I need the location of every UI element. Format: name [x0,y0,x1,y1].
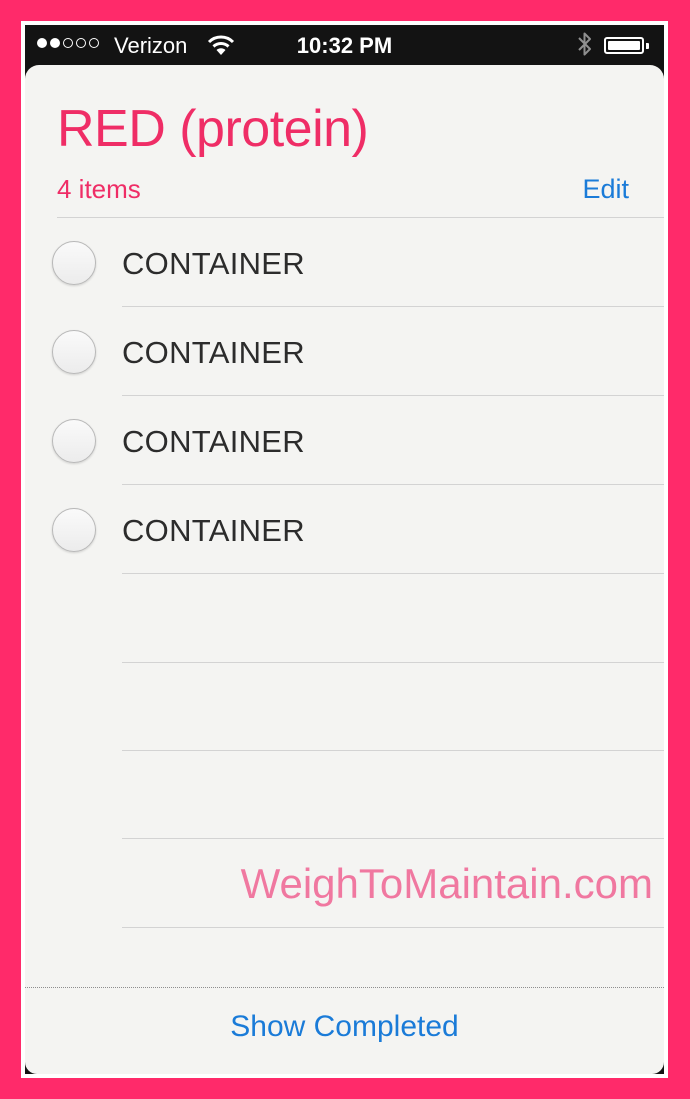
completion-circle-icon[interactable] [52,330,96,374]
empty-row-divider [122,838,664,839]
watermark-text: WeighToMaintain.com [240,860,653,907]
list-item[interactable]: CONTAINER [25,218,664,307]
battery-tip [646,43,649,49]
completion-circle-icon[interactable] [52,419,96,463]
empty-row-divider [122,927,664,928]
empty-row-divider [122,662,664,663]
status-bar: Verizon 10:32 PM [25,25,664,65]
edit-button[interactable]: Edit [582,174,629,205]
pink-frame: Verizon 10:32 PM RED (protein) 4 items E… [21,21,668,1078]
show-completed-button[interactable]: Show Completed [25,1010,664,1044]
list-title: RED (protein) [57,100,369,158]
list-item-label: CONTAINER [122,424,305,459]
row-divider [122,573,664,574]
battery-icon [604,37,644,54]
empty-row-divider [122,750,664,751]
completion-circle-icon[interactable] [52,241,96,285]
list-item-label: CONTAINER [122,513,305,548]
list-item-label: CONTAINER [122,335,305,370]
list-item[interactable]: CONTAINER [25,396,664,485]
phone-screen: Verizon 10:32 PM RED (protein) 4 items E… [25,25,664,1074]
item-count: 4 items [57,174,141,204]
bluetooth-icon [577,31,593,63]
list-item[interactable]: CONTAINER [25,485,664,574]
list-item-label: CONTAINER [122,246,305,281]
reminders-list-view: RED (protein) 4 items Edit CONTAINER CON… [25,65,664,1074]
completion-circle-icon[interactable] [52,508,96,552]
footer-divider [25,987,664,988]
list-item[interactable]: CONTAINER [25,307,664,396]
status-time: 10:32 PM [296,33,393,58]
